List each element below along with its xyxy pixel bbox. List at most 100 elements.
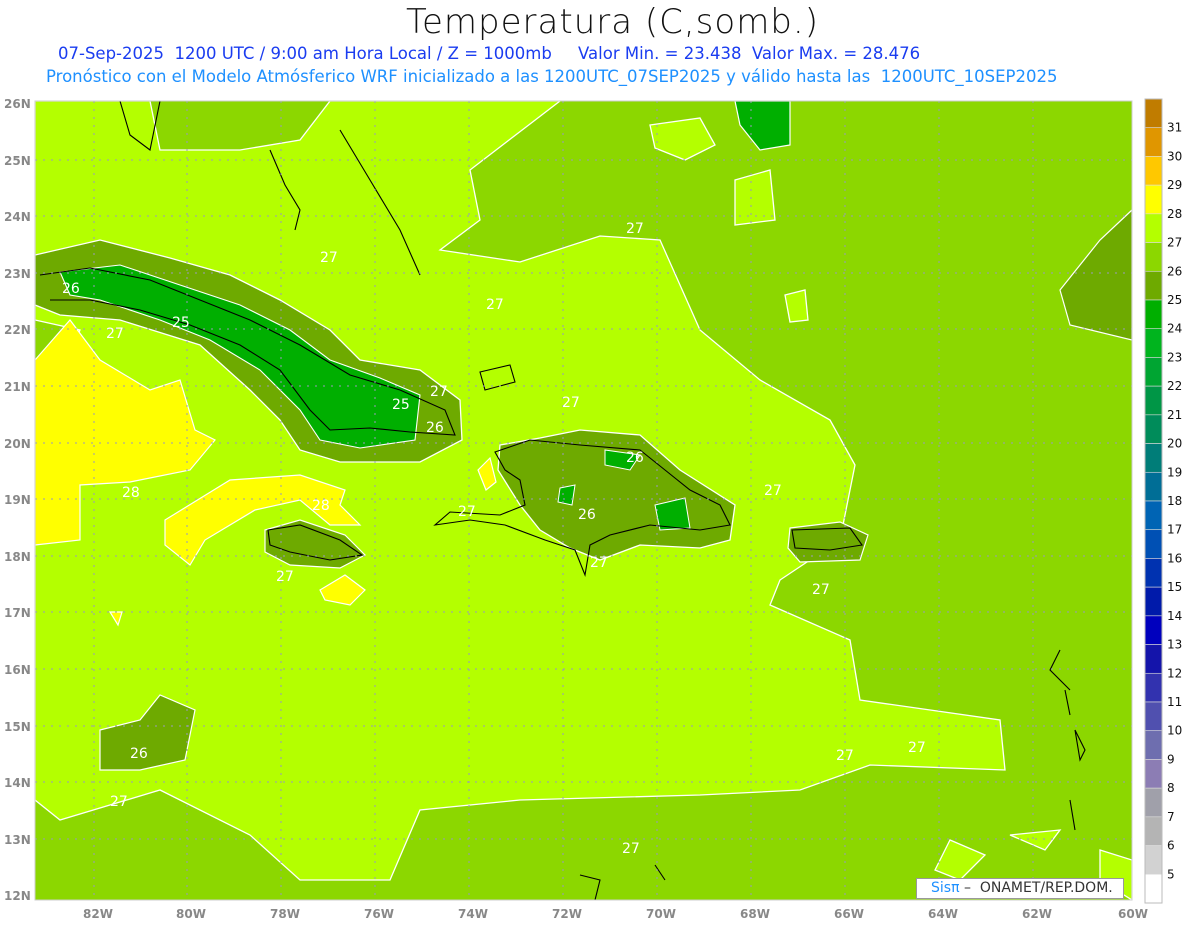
contour-label: 27 <box>626 221 644 237</box>
colorbar-swatch <box>1144 270 1163 301</box>
contour-label: 27 <box>562 395 580 411</box>
colorbar-label: 30 <box>1167 149 1182 163</box>
credit-text: – ONAMET/REP.DOM. <box>959 880 1113 896</box>
colorbar-swatch <box>1144 414 1163 444</box>
lon-tick: 62W <box>1022 907 1052 921</box>
contour-label: 27 <box>764 483 782 499</box>
lat-tick: 17N <box>4 606 31 620</box>
lon-tick: 82W <box>83 907 113 921</box>
lat-tick: 18N <box>4 550 31 564</box>
lat-tick: 23N <box>4 267 31 281</box>
lon-axis: 82W 80W 78W 76W 74W 72W 70W 68W 66W 64W … <box>83 907 1148 921</box>
colorbar-swatch <box>1144 242 1163 272</box>
contour-label: 26 <box>426 420 444 436</box>
contour-label: 26 <box>626 450 644 466</box>
contour-label: 27 <box>106 326 124 342</box>
lon-tick: 60W <box>1118 907 1148 921</box>
lon-tick: 70W <box>646 907 676 921</box>
colorbar-label: 17 <box>1167 523 1182 537</box>
colorbar-swatch <box>1144 127 1163 157</box>
colorbar-label: 11 <box>1167 695 1182 709</box>
contour-label: 27 <box>590 555 608 571</box>
colorbar-swatch <box>1144 644 1163 674</box>
colorbar-swatch <box>1144 558 1163 588</box>
contour-label: 27 <box>836 748 854 764</box>
colorbar-swatch <box>1144 845 1163 875</box>
lon-tick: 80W <box>176 907 206 921</box>
temperature-map: 27 27 26 27 25 27 25 26 27 28 28 27 26 2… <box>4 97 1182 921</box>
lat-tick: 22N <box>4 323 31 337</box>
contour-label: 27 <box>486 297 504 313</box>
colorbar-label: 31 <box>1167 121 1182 135</box>
colorbar-swatch <box>1144 787 1163 818</box>
contour-label: 27 <box>908 740 926 756</box>
colorbar-swatch <box>1144 184 1163 215</box>
colorbar-label: 13 <box>1167 638 1182 652</box>
contour-label: 28 <box>122 485 140 501</box>
lat-axis: 26N 25N 24N 23N 22N 21N 20N 19N 18N 17N … <box>4 97 31 903</box>
colorbar-label: 6 <box>1167 839 1175 853</box>
colorbar-swatch <box>1144 471 1163 502</box>
colorbar-swatch <box>1144 98 1163 129</box>
colorbar-label: 23 <box>1167 350 1182 364</box>
contour-label: 27 <box>458 504 476 520</box>
colorbar-label: 5 <box>1167 867 1175 881</box>
colorbar-label: 28 <box>1167 207 1182 221</box>
colorbar-swatch <box>1144 586 1163 617</box>
colorbar-swatch <box>1144 385 1163 416</box>
colorbar-swatch <box>1144 873 1163 904</box>
colorbar-label: 22 <box>1167 379 1182 393</box>
colorbar-swatch <box>1144 816 1163 846</box>
colorbar-label: 26 <box>1167 264 1182 278</box>
colorbar-label: 20 <box>1167 437 1182 451</box>
colorbar-swatch <box>1144 672 1163 703</box>
colorbar-swatch <box>1144 759 1163 789</box>
colorbar-swatch <box>1144 529 1163 559</box>
colorbar-swatch <box>1144 701 1163 732</box>
lat-tick: 25N <box>4 154 31 168</box>
lat-tick: 21N <box>4 380 31 394</box>
lat-tick: 19N <box>4 493 31 507</box>
contour-label: 26 <box>578 507 596 523</box>
colorbar-label: 25 <box>1167 293 1182 307</box>
contour-label: 27 <box>622 841 640 857</box>
colorbar-label: 9 <box>1167 752 1175 766</box>
colorbar-label: 21 <box>1167 408 1182 422</box>
lon-tick: 66W <box>834 907 864 921</box>
contour-label: 26 <box>130 746 148 762</box>
contour-label: 25 <box>172 315 190 331</box>
colorbar-label: 14 <box>1167 609 1182 623</box>
colorbar-swatch <box>1144 156 1163 186</box>
colorbar-swatch <box>1144 328 1163 358</box>
lat-tick: 26N <box>4 97 31 111</box>
colorbar-swatch <box>1144 615 1163 645</box>
contour-label: 27 <box>812 582 830 598</box>
colorbar: 31 30 29 28 27 26 25 24 23 22 21 20 19 18 17 16 15 14 13 12… <box>1144 98 1182 904</box>
lon-tick: 78W <box>270 907 300 921</box>
colorbar-swatch <box>1144 730 1163 760</box>
map-fields: 27 27 26 27 25 27 25 26 27 28 28 27 26 2… <box>35 101 1132 900</box>
lon-tick: 72W <box>552 907 582 921</box>
colorbar-swatch <box>1144 357 1163 387</box>
lon-tick: 64W <box>928 907 958 921</box>
colorbar-label: 15 <box>1167 580 1182 594</box>
colorbar-label: 24 <box>1167 322 1182 336</box>
colorbar-label: 16 <box>1167 551 1182 565</box>
sispi-logo: Sisπ <box>931 880 960 896</box>
contour-label: 25 <box>392 397 410 413</box>
colorbar-label: 8 <box>1167 781 1175 795</box>
lat-tick: 12N <box>4 889 31 903</box>
colorbar-label: 27 <box>1167 236 1182 250</box>
colorbar-swatch <box>1144 213 1163 243</box>
lat-tick: 13N <box>4 833 31 847</box>
colorbar-label: 10 <box>1167 724 1182 738</box>
colorbar-label: 12 <box>1167 666 1182 680</box>
lat-tick: 16N <box>4 663 31 677</box>
credit-box: Sisπ – ONAMET/REP.DOM. <box>916 878 1124 899</box>
lat-tick: 20N <box>4 437 31 451</box>
colorbar-label: 18 <box>1167 494 1182 508</box>
lon-tick: 68W <box>740 907 770 921</box>
contour-label: 27 <box>276 569 294 585</box>
colorbar-swatch <box>1144 500 1163 531</box>
colorbar-swatch <box>1144 443 1163 473</box>
